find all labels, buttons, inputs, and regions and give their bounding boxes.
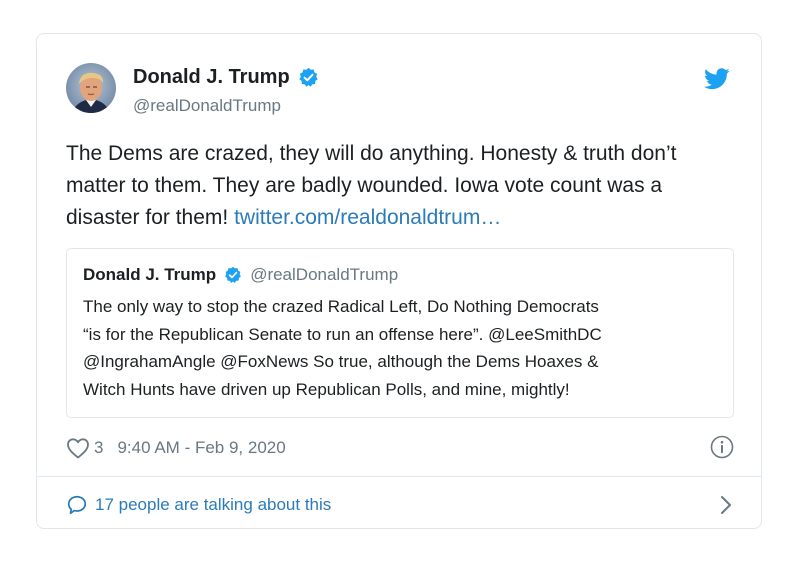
info-icon[interactable]	[710, 435, 734, 459]
talking-about-link[interactable]: 17 people are talking about this	[66, 492, 736, 518]
heart-icon[interactable]	[66, 437, 90, 459]
verified-badge-icon	[225, 266, 242, 283]
chevron-right-icon[interactable]	[720, 495, 732, 515]
quoted-tweet-text: The only way to stop the crazed Radical …	[83, 297, 602, 399]
speech-bubble-icon	[67, 495, 87, 515]
twitter-bird-icon[interactable]	[704, 68, 730, 90]
tweet-text: The Dems are crazed, they will do anythi…	[66, 138, 736, 234]
tweet-meta-row: 3 9:40 AM - Feb 9, 2020	[66, 435, 736, 461]
talking-about-text[interactable]: 17 people are talking about this	[95, 495, 331, 515]
tweet-timestamp[interactable]: 9:40 AM - Feb 9, 2020	[117, 438, 285, 458]
divider	[37, 476, 761, 477]
quoted-tweet[interactable]: Donald J. Trump @realDonaldTrump The onl…	[66, 248, 734, 418]
author-name[interactable]: Donald J. Trump	[133, 66, 319, 89]
author-handle[interactable]: @realDonaldTrump	[133, 96, 281, 116]
quoted-author-name: Donald J. Trump	[83, 265, 217, 284]
tweet-link[interactable]: twitter.com/realdonaldtrum…	[234, 206, 501, 229]
author-name-text[interactable]: Donald J. Trump	[133, 66, 290, 89]
quoted-tweet-header: Donald J. Trump @realDonaldTrump	[83, 265, 398, 285]
avatar[interactable]	[66, 63, 116, 113]
verified-badge-icon	[299, 67, 318, 87]
quoted-author-handle: @realDonaldTrump	[250, 265, 399, 284]
like-count[interactable]: 3	[94, 438, 103, 458]
embedded-tweet-card: Donald J. Trump @realDonaldTrump The Dem…	[36, 33, 762, 529]
